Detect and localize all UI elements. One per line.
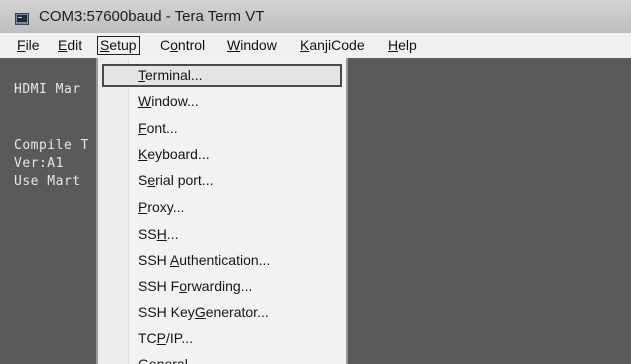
menu-item-ssh-authentication[interactable]: SSH Authentication... [138,250,270,270]
menu-bar: File Edit Setup Control Window KanjiCode… [0,33,631,58]
window-title: COM3:57600baud - Tera Term VT [39,8,265,25]
terminal-line: Compile T [14,138,89,153]
menu-item-general[interactable]: General... [138,354,199,364]
menu-item-terminal[interactable]: Terminal... [138,65,203,85]
menu-item-ssh[interactable]: SSH... [138,224,178,244]
menu-window[interactable]: Window [227,36,277,55]
menu-item-font[interactable]: Font... [138,118,178,138]
menu-item-proxy[interactable]: Proxy... [138,197,184,217]
menu-item-ssh-forwarding[interactable]: SSH Forwarding... [138,276,252,296]
setup-dropdown-menu: Terminal... Window... Font... Keyboard..… [96,58,348,364]
menu-item-tcpip[interactable]: TCP/IP... [138,328,193,348]
terminal-icon [15,13,29,25]
menu-control[interactable]: Control [160,36,205,55]
terminal-line: HDMI Mar [14,82,81,97]
terminal-line: Use Mart [14,174,81,189]
menu-help[interactable]: Help [388,36,417,55]
menu-item-ssh-keygenerator[interactable]: SSH KeyGenerator... [138,302,269,322]
title-bar[interactable]: COM3:57600baud - Tera Term VT [0,0,631,33]
tera-term-window: COM3:57600baud - Tera Term VT File Edit … [0,0,631,364]
menu-item-serial-port[interactable]: Serial port... [138,170,214,190]
menu-setup[interactable]: Setup [97,36,140,55]
menu-item-keyboard[interactable]: Keyboard... [138,144,210,164]
menu-icon-gutter [98,58,129,364]
menu-edit[interactable]: Edit [58,36,82,55]
menu-item-window[interactable]: Window... [138,91,199,111]
menu-file[interactable]: File [17,36,40,55]
terminal-line: Ver:A1 [14,156,64,171]
menu-kanjicode[interactable]: KanjiCode [300,36,365,55]
